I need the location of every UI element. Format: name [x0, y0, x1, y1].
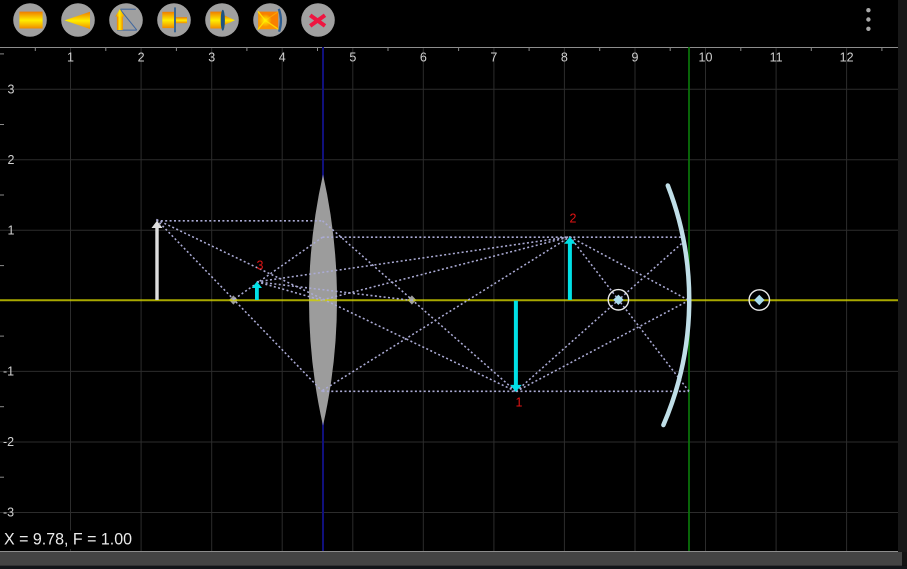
svg-text:3: 3 [257, 258, 264, 272]
svg-text:-1: -1 [3, 365, 14, 379]
svg-text:3: 3 [208, 51, 215, 65]
svg-text:-3: -3 [3, 506, 14, 520]
svg-text:5: 5 [349, 51, 356, 65]
svg-text:2: 2 [138, 51, 145, 65]
svg-text:1: 1 [67, 51, 74, 65]
svg-text:2: 2 [570, 212, 577, 226]
svg-text:-2: -2 [3, 435, 14, 449]
svg-text:1: 1 [516, 396, 523, 410]
svg-text:8: 8 [561, 51, 568, 65]
svg-text:1: 1 [8, 224, 15, 238]
svg-text:X = 9.78, F = 1.00: X = 9.78, F = 1.00 [4, 530, 132, 549]
svg-text:4: 4 [279, 51, 286, 65]
svg-text:11: 11 [770, 51, 783, 65]
svg-text:3: 3 [8, 82, 15, 96]
svg-text:2: 2 [8, 153, 15, 167]
svg-text:10: 10 [699, 51, 713, 65]
svg-text:12: 12 [840, 51, 854, 65]
svg-text:6: 6 [420, 51, 427, 65]
svg-text:7: 7 [490, 51, 497, 65]
svg-text:9: 9 [632, 51, 639, 65]
